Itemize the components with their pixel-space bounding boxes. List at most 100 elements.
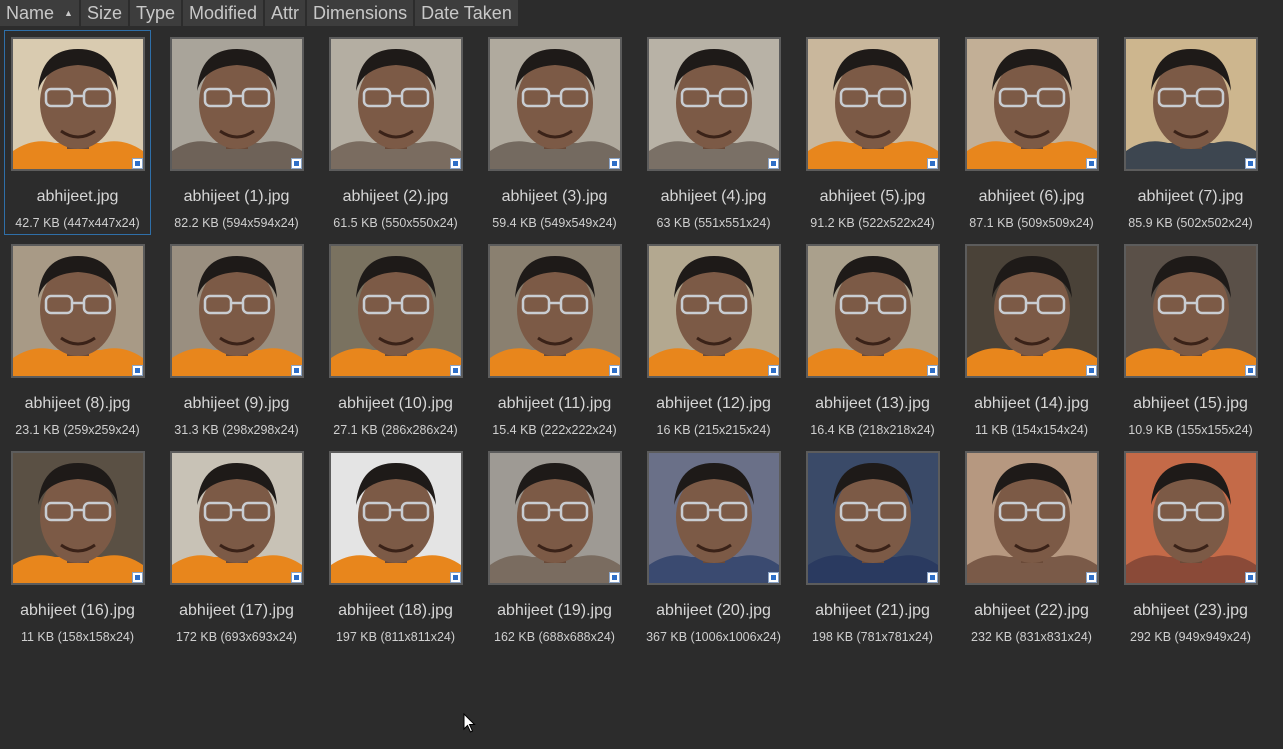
portrait-thumbnail-image	[490, 39, 620, 169]
file-size-dimensions-label: 59.4 KB (549x549x24)	[492, 216, 617, 230]
column-header-dimensions[interactable]: Dimensions	[307, 0, 414, 26]
image-thumbnail	[806, 451, 940, 585]
file-name-label: abhijeet (7).jpg	[1137, 188, 1244, 205]
image-thumbnail	[170, 451, 304, 585]
image-thumbnail	[965, 37, 1099, 171]
file-size-dimensions-label: 91.2 KB (522x522x24)	[810, 216, 935, 230]
file-size-dimensions-label: 232 KB (831x831x24)	[971, 630, 1092, 644]
file-thumbnail-item[interactable]: abhijeet (19).jpg 162 KB (688x688x24)	[481, 444, 628, 649]
image-thumbnail	[1124, 244, 1258, 378]
file-name-label: abhijeet (18).jpg	[338, 602, 453, 619]
image-thumbnail	[329, 37, 463, 171]
portrait-thumbnail-image	[172, 453, 302, 583]
portrait-thumbnail-image	[808, 246, 938, 376]
file-thumbnail-item[interactable]: abhijeet (23).jpg 292 KB (949x949x24)	[1117, 444, 1264, 649]
image-file-badge-icon	[450, 572, 461, 583]
image-thumbnail	[488, 451, 622, 585]
file-size-dimensions-label: 87.1 KB (509x509x24)	[969, 216, 1094, 230]
image-file-badge-icon	[450, 365, 461, 376]
file-size-dimensions-label: 292 KB (949x949x24)	[1130, 630, 1251, 644]
file-size-dimensions-label: 16 KB (215x215x24)	[656, 423, 771, 437]
file-size-dimensions-label: 172 KB (693x693x24)	[176, 630, 297, 644]
file-thumbnail-item[interactable]: abhijeet (13).jpg 16.4 KB (218x218x24)	[799, 237, 946, 442]
portrait-thumbnail-image	[172, 246, 302, 376]
file-size-dimensions-label: 61.5 KB (550x550x24)	[333, 216, 458, 230]
portrait-thumbnail-image	[967, 246, 1097, 376]
file-size-dimensions-label: 10.9 KB (155x155x24)	[1128, 423, 1253, 437]
file-thumbnail-item[interactable]: abhijeet (7).jpg 85.9 KB (502x502x24)	[1117, 30, 1264, 235]
file-thumbnail-item[interactable]: abhijeet (9).jpg 31.3 KB (298x298x24)	[163, 237, 310, 442]
file-name-label: abhijeet (3).jpg	[501, 188, 608, 205]
column-header-label: Attr	[271, 3, 300, 23]
thumbnail-grid: abhijeet.jpg 42.7 KB (447x447x24) abhijeet…	[4, 30, 1264, 651]
file-name-label: abhijeet (21).jpg	[815, 602, 930, 619]
file-thumbnail-item[interactable]: abhijeet (21).jpg 198 KB (781x781x24)	[799, 444, 946, 649]
column-header-size[interactable]: Size	[80, 0, 128, 26]
file-thumbnail-item[interactable]: abhijeet (2).jpg 61.5 KB (550x550x24)	[322, 30, 469, 235]
file-thumbnail-item[interactable]: abhijeet (14).jpg 11 KB (154x154x24)	[958, 237, 1105, 442]
file-thumbnail-item[interactable]: abhijeet (12).jpg 16 KB (215x215x24)	[640, 237, 787, 442]
file-name-label: abhijeet (12).jpg	[656, 395, 771, 412]
image-thumbnail	[1124, 37, 1258, 171]
file-size-dimensions-label: 16.4 KB (218x218x24)	[810, 423, 935, 437]
portrait-thumbnail-image	[1126, 453, 1256, 583]
file-name-label: abhijeet (16).jpg	[20, 602, 135, 619]
column-header-name[interactable]: Name ▲	[0, 0, 79, 26]
file-size-dimensions-label: 42.7 KB (447x447x24)	[15, 216, 140, 230]
file-thumbnail-item[interactable]: abhijeet (1).jpg 82.2 KB (594x594x24)	[163, 30, 310, 235]
file-thumbnail-item[interactable]: abhijeet (3).jpg 59.4 KB (549x549x24)	[481, 30, 628, 235]
image-thumbnail	[647, 451, 781, 585]
image-thumbnail	[647, 244, 781, 378]
image-thumbnail	[11, 37, 145, 171]
image-file-badge-icon	[132, 365, 143, 376]
file-thumbnail-item[interactable]: abhijeet.jpg 42.7 KB (447x447x24)	[4, 30, 151, 235]
image-file-badge-icon	[927, 365, 938, 376]
column-header-attr[interactable]: Attr	[265, 0, 306, 26]
image-thumbnail	[647, 37, 781, 171]
file-name-label: abhijeet (2).jpg	[342, 188, 449, 205]
file-name-label: abhijeet (6).jpg	[978, 188, 1085, 205]
file-name-label: abhijeet (9).jpg	[183, 395, 290, 412]
file-thumbnail-item[interactable]: abhijeet (18).jpg 197 KB (811x811x24)	[322, 444, 469, 649]
column-header-date-taken[interactable]: Date Taken	[415, 0, 518, 26]
file-browser-window: Name ▲ Size Type Modified Attr Dimension…	[0, 0, 1283, 749]
portrait-thumbnail-image	[808, 39, 938, 169]
file-size-dimensions-label: 367 KB (1006x1006x24)	[646, 630, 781, 644]
image-thumbnail	[170, 244, 304, 378]
file-thumbnail-item[interactable]: abhijeet (22).jpg 232 KB (831x831x24)	[958, 444, 1105, 649]
file-size-dimensions-label: 15.4 KB (222x222x24)	[492, 423, 617, 437]
file-thumbnail-item[interactable]: abhijeet (5).jpg 91.2 KB (522x522x24)	[799, 30, 946, 235]
file-thumbnail-item[interactable]: abhijeet (10).jpg 27.1 KB (286x286x24)	[322, 237, 469, 442]
file-name-label: abhijeet.jpg	[36, 188, 119, 205]
file-thumbnail-item[interactable]: abhijeet (11).jpg 15.4 KB (222x222x24)	[481, 237, 628, 442]
image-thumbnail	[806, 37, 940, 171]
file-name-label: abhijeet (14).jpg	[974, 395, 1089, 412]
file-name-label: abhijeet (10).jpg	[338, 395, 453, 412]
sort-ascending-icon: ▲	[64, 8, 73, 18]
image-thumbnail	[965, 451, 1099, 585]
file-thumbnail-item[interactable]: abhijeet (6).jpg 87.1 KB (509x509x24)	[958, 30, 1105, 235]
file-thumbnail-item[interactable]: abhijeet (15).jpg 10.9 KB (155x155x24)	[1117, 237, 1264, 442]
file-size-dimensions-label: 85.9 KB (502x502x24)	[1128, 216, 1253, 230]
column-header-modified[interactable]: Modified	[182, 0, 264, 26]
file-size-dimensions-label: 198 KB (781x781x24)	[812, 630, 933, 644]
file-name-label: abhijeet (20).jpg	[656, 602, 771, 619]
file-name-label: abhijeet (8).jpg	[24, 395, 131, 412]
file-thumbnail-item[interactable]: abhijeet (4).jpg 63 KB (551x551x24)	[640, 30, 787, 235]
file-thumbnail-item[interactable]: abhijeet (20).jpg 367 KB (1006x1006x24)	[640, 444, 787, 649]
file-name-label: abhijeet (1).jpg	[183, 188, 290, 205]
file-size-dimensions-label: 27.1 KB (286x286x24)	[333, 423, 458, 437]
portrait-thumbnail-image	[490, 246, 620, 376]
image-file-badge-icon	[768, 158, 779, 169]
file-thumbnail-item[interactable]: abhijeet (17).jpg 172 KB (693x693x24)	[163, 444, 310, 649]
image-file-badge-icon	[609, 158, 620, 169]
file-name-label: abhijeet (13).jpg	[815, 395, 930, 412]
image-file-badge-icon	[1086, 365, 1097, 376]
file-thumbnail-item[interactable]: abhijeet (8).jpg 23.1 KB (259x259x24)	[4, 237, 151, 442]
file-name-label: abhijeet (15).jpg	[1133, 395, 1248, 412]
portrait-thumbnail-image	[490, 453, 620, 583]
column-header-type[interactable]: Type	[129, 0, 181, 26]
image-thumbnail	[11, 244, 145, 378]
mouse-pointer-icon	[463, 713, 476, 733]
file-thumbnail-item[interactable]: abhijeet (16).jpg 11 KB (158x158x24)	[4, 444, 151, 649]
